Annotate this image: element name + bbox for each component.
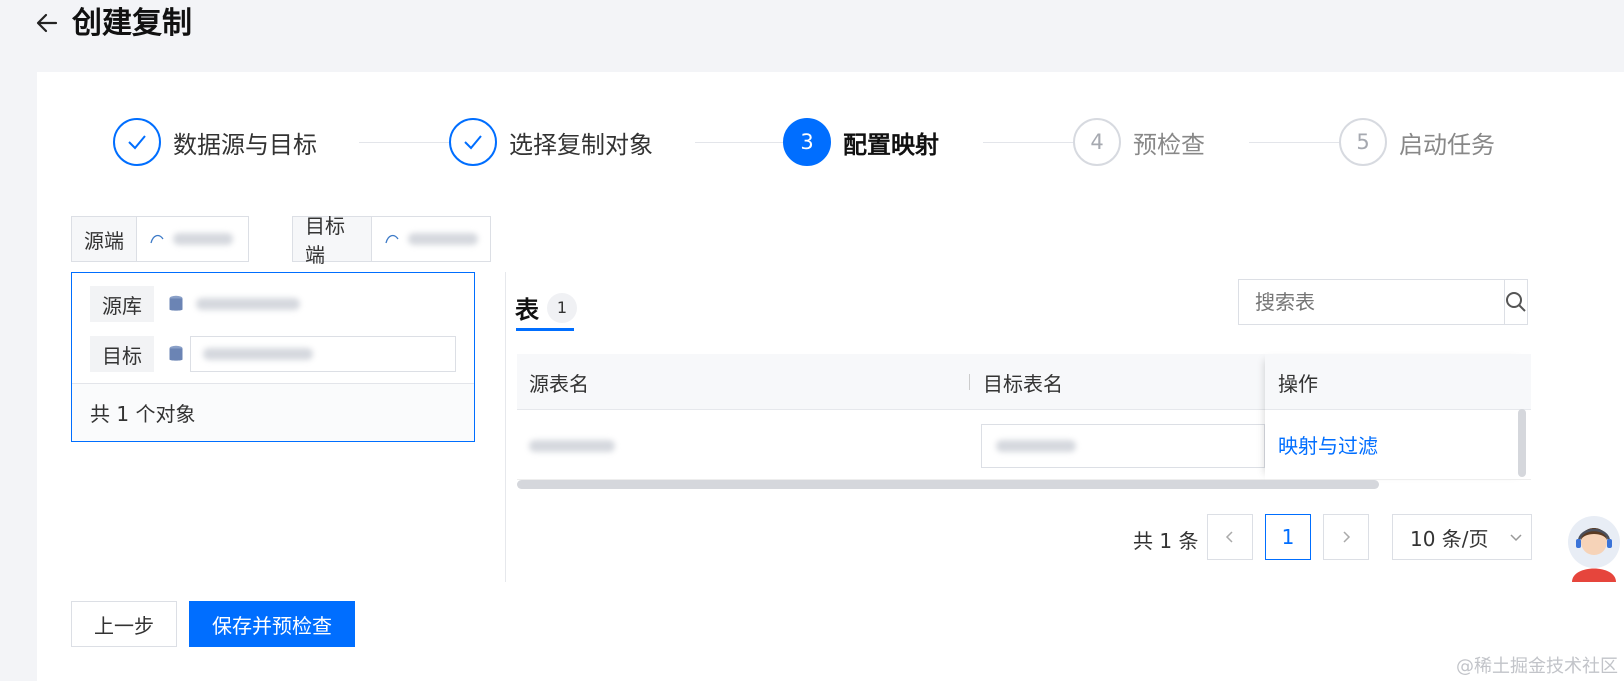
search-input[interactable] <box>1239 280 1504 324</box>
previous-step-button[interactable]: 上一步 <box>71 601 177 647</box>
horizontal-scrollbar[interactable] <box>517 480 1379 489</box>
target-db-tag: 目标 <box>90 336 154 372</box>
step-label: 配置映射 <box>843 130 939 159</box>
prev-page-button[interactable] <box>1207 514 1253 560</box>
vertical-scrollbar[interactable] <box>1518 409 1526 477</box>
mysql-icon <box>385 234 399 244</box>
check-icon <box>449 118 497 166</box>
page-title: 创建复制 <box>72 6 192 41</box>
step-label: 数据源与目标 <box>173 130 317 159</box>
page-size-value: 10 条/页 <box>1410 526 1489 551</box>
save-and-precheck-button[interactable]: 保存并预检查 <box>189 601 355 647</box>
redacted-text <box>173 233 233 245</box>
target-db-input[interactable] <box>190 336 456 372</box>
source-db-tag: 源库 <box>90 286 154 322</box>
step-label: 启动任务 <box>1399 130 1495 159</box>
source-endpoint: 源端 <box>71 216 249 262</box>
step-4: 4 预检查 <box>1073 118 1205 166</box>
step-label: 选择复制对象 <box>509 130 653 159</box>
support-avatar-icon[interactable] <box>1566 512 1622 584</box>
mapping-table: 源表名 目标表名 操作 映射与过滤 <box>517 354 1531 480</box>
step-5: 5 启动任务 <box>1339 118 1495 166</box>
column-target-table: 目标表名 <box>983 371 1063 396</box>
column-source-table: 源表名 <box>529 371 589 396</box>
next-page-button[interactable] <box>1323 514 1369 560</box>
source-db-row: 源库 <box>90 286 300 322</box>
main-card: 数据源与目标 选择复制对象 3 配置映射 4 预检查 5 启动任务 源端 目标端… <box>37 72 1624 681</box>
arrow-left-icon[interactable] <box>34 10 60 36</box>
tab-active-indicator <box>516 328 574 331</box>
redacted-text <box>203 348 313 360</box>
redacted-text <box>996 440 1076 452</box>
chevron-left-icon <box>1225 531 1233 543</box>
target-endpoint-label: 目标端 <box>293 214 372 267</box>
step-number: 4 <box>1073 118 1121 166</box>
panel-divider <box>505 272 506 582</box>
redacted-text <box>529 440 615 452</box>
database-icon <box>169 295 183 311</box>
mysql-icon <box>150 234 164 244</box>
tab-tables[interactable]: 表 1 <box>515 290 577 325</box>
chevron-right-icon <box>1343 531 1351 543</box>
chevron-down-icon <box>1510 534 1522 542</box>
page-header: 创建复制 <box>0 0 1624 72</box>
fixed-action-column <box>1265 354 1531 480</box>
target-db-row: 目标 <box>90 336 456 372</box>
stepper: 数据源与目标 选择复制对象 3 配置映射 4 预检查 5 启动任务 <box>113 118 1593 168</box>
step-number: 3 <box>783 118 831 166</box>
step-number: 5 <box>1339 118 1387 166</box>
table-search <box>1238 279 1528 325</box>
source-endpoint-value <box>137 217 245 261</box>
target-endpoint-value <box>372 217 490 261</box>
tab-count-badge: 1 <box>547 292 577 323</box>
database-icon <box>169 345 183 361</box>
tab-label: 表 <box>515 296 539 324</box>
step-1: 数据源与目标 <box>113 118 317 166</box>
source-endpoint-label: 源端 <box>72 217 137 261</box>
column-divider <box>969 374 970 390</box>
database-mapping-panel[interactable]: 源库 目标 共 1 个对象 <box>71 272 475 442</box>
step-label: 预检查 <box>1133 130 1205 159</box>
search-icon <box>1506 292 1526 312</box>
total-count: 共 1 条 <box>1133 529 1199 553</box>
target-endpoint: 目标端 <box>292 214 491 267</box>
check-icon <box>113 118 161 166</box>
page-number-button[interactable]: 1 <box>1265 514 1311 560</box>
target-table-input[interactable] <box>981 424 1265 468</box>
step-2: 选择复制对象 <box>449 118 653 166</box>
page-size-select[interactable]: 10 条/页 <box>1392 514 1532 560</box>
object-count: 共 1 个对象 <box>72 383 474 441</box>
redacted-text <box>408 233 478 245</box>
step-3: 3 配置映射 <box>783 118 939 166</box>
search-button[interactable] <box>1504 280 1527 324</box>
watermark: @稀土掘金技术社区 <box>1456 656 1618 677</box>
redacted-text <box>196 298 300 310</box>
